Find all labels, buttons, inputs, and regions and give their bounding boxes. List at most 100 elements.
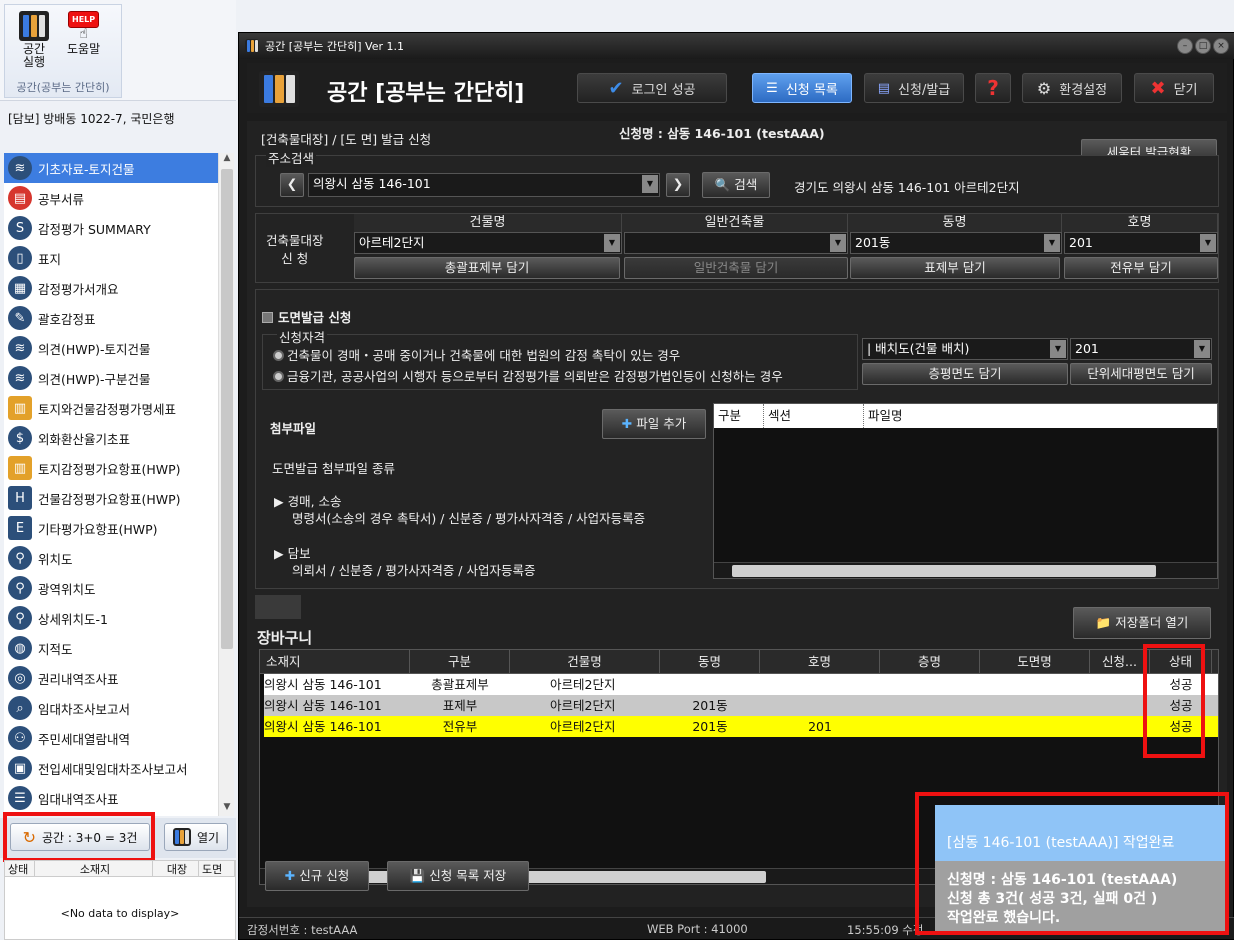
open-save-folder-button[interactable]: 📁 저장폴더 열기 (1073, 607, 1211, 639)
cart-col-header[interactable]: 도면명 (980, 650, 1090, 673)
left-grid-header: 상태 소재지 대장 도면 (5, 861, 235, 877)
nav-item[interactable]: ▯ 표지 (4, 243, 218, 273)
scroll-up-icon[interactable]: ▲ (219, 153, 235, 167)
drawing-title[interactable]: 도면발급 신청 (262, 307, 351, 326)
dropdown-arrow-icon[interactable]: ▼ (1050, 340, 1066, 358)
new-request-button[interactable]: ✚ 신규 신청 (265, 861, 369, 891)
cart-col-header[interactable]: 동명 (660, 650, 760, 673)
tab[interactable] (255, 595, 301, 619)
add-floor-plan-button[interactable]: 층평면도 담기 (862, 363, 1068, 385)
settings-button[interactable]: ⚙ 환경설정 (1022, 73, 1122, 103)
next-arrow-icon[interactable]: ❯ (666, 173, 690, 197)
address-input[interactable]: 의왕시 삼동 146-101 ▼ (308, 173, 660, 197)
open-button[interactable]: 열기 (164, 823, 228, 851)
nav-item[interactable]: $ 외화환산율기초표 (4, 423, 218, 453)
nav-item[interactable]: ≋ 의견(HWP)-구분건물 (4, 363, 218, 393)
add-general-building-button[interactable]: 일반건축물 담기 (624, 257, 848, 279)
search-button[interactable]: 🔍 검색 (702, 172, 770, 198)
login-status-button[interactable]: ✔ 로그인 성공 (577, 73, 727, 103)
nav-item[interactable]: S 감정평가 SUMMARY (4, 213, 218, 243)
add-general-title-button[interactable]: 총괄표제부 담기 (354, 257, 620, 279)
scroll-down-icon[interactable]: ▼ (219, 802, 235, 816)
nav-item[interactable]: E 기타평가요항표(HWP) (4, 513, 218, 543)
nav-item[interactable]: ☰ 임대내역조사표 (4, 783, 218, 813)
ho-select[interactable]: 201 ▼ (1064, 232, 1218, 254)
cart-col-header[interactable]: 상태 (1150, 650, 1212, 673)
nav-item[interactable]: ▥ 토지감정평가요항표(HWP) (4, 453, 218, 483)
nav-item-label: 의견(HWP)-토지건물 (38, 341, 151, 357)
dropdown-arrow-icon[interactable]: ▼ (642, 175, 658, 193)
request-list-button[interactable]: ☰ 신청 목록 (752, 73, 852, 103)
col-filename[interactable]: 파일명 (864, 404, 1217, 428)
attachment-hscroll[interactable] (714, 562, 1217, 578)
dropdown-arrow-icon[interactable]: ▼ (1200, 234, 1216, 252)
qualification-option-1[interactable]: 건축물이 경매・공매 중이거나 건축물에 대한 법원의 감정 촉탁이 있는 경우 (273, 345, 680, 364)
col-general-building: 일반건축물 (622, 214, 848, 232)
nav-item[interactable]: ▦ 감정평가서개요 (4, 273, 218, 303)
qualification-label: 신청자격 (277, 327, 328, 346)
nav-item[interactable]: ⚲ 광역위치도 (4, 573, 218, 603)
radio-icon[interactable] (273, 371, 284, 382)
nav-item[interactable]: ◍ 지적도 (4, 633, 218, 663)
dropdown-arrow-icon[interactable]: ▼ (1044, 234, 1060, 252)
drawing-type-select[interactable]: | 배치도(건물 배치) ▼ (862, 338, 1068, 360)
col-location[interactable]: 소재지 (35, 861, 153, 876)
prev-arrow-icon[interactable]: ❮ (280, 173, 304, 197)
nav-item[interactable]: ▥ 토지와건물감정평가명세표 (4, 393, 218, 423)
close-window-icon[interactable]: × (1213, 38, 1229, 54)
count-button[interactable]: ↻ 공간 : 3+0 = 3건 (10, 823, 150, 851)
col-drawing[interactable]: 도면 (199, 861, 235, 876)
table-row[interactable]: 의왕시 삼동 146-101 표제부 아르테2단지 201동 성공 (264, 695, 1218, 716)
nav-item[interactable]: ≋ 기초자료-토지건물 (4, 153, 218, 183)
help-button[interactable]: ? (975, 73, 1011, 103)
nav-item[interactable]: ▣ 전입세대및임대차조사보고서 (4, 753, 218, 783)
scroll-thumb[interactable] (732, 565, 1156, 577)
nav-scrollbar[interactable]: ▲ ▼ (218, 153, 234, 816)
nav-item[interactable]: ⚇ 주민세대열람내역 (4, 723, 218, 753)
minimize-icon[interactable]: – (1177, 38, 1193, 54)
cart-col-header[interactable]: 층명 (880, 650, 980, 673)
dropdown-arrow-icon[interactable]: ▼ (830, 234, 846, 252)
add-exclusive-button[interactable]: 전유부 담기 (1064, 257, 1218, 279)
cart-col-header[interactable]: 호명 (760, 650, 880, 673)
help-ribbon-button[interactable]: HELP ☝ 도움말 (67, 11, 100, 56)
general-building-select[interactable]: ▼ (624, 232, 848, 254)
nav-item[interactable]: ⌕ 임대차조사보고서 (4, 693, 218, 723)
nav-item[interactable]: ≋ 의견(HWP)-토지건물 (4, 333, 218, 363)
table-row[interactable]: 의왕시 삼동 146-101 전유부 아르테2단지 201동 201 성공 (264, 716, 1218, 737)
dong-select[interactable]: 201동 ▼ (850, 232, 1062, 254)
scroll-thumb[interactable] (221, 169, 233, 649)
nav-item[interactable]: ⚲ 위치도 (4, 543, 218, 573)
col-ledger[interactable]: 대장 (153, 861, 199, 876)
nav-item[interactable]: ⚲ 상세위치도-1 (4, 603, 218, 633)
maximize-icon[interactable]: □ (1195, 38, 1211, 54)
dropdown-arrow-icon[interactable]: ▼ (1194, 340, 1210, 358)
qualification-option-2[interactable]: 금융기관, 공공사업의 시행자 등으로부터 감정평가를 의뢰받은 감정평가법인등… (273, 366, 783, 385)
drawing-checkbox[interactable] (262, 312, 273, 323)
nav-item[interactable]: H 건물감정평가요항표(HWP) (4, 483, 218, 513)
building-name-select[interactable]: 아르테2단지 ▼ (354, 232, 622, 254)
ho-value: 201 (1069, 235, 1093, 250)
cart-col-header[interactable]: 신청... (1090, 650, 1150, 673)
drawing-unit-select[interactable]: 201 ▼ (1070, 338, 1212, 360)
dropdown-arrow-icon[interactable]: ▼ (604, 234, 620, 252)
add-title-button[interactable]: 표제부 담기 (850, 257, 1060, 279)
cart-col-header[interactable]: 건물명 (510, 650, 660, 673)
col-section[interactable]: 섹션 (764, 404, 864, 428)
col-type[interactable]: 구분 (714, 404, 764, 428)
col-status[interactable]: 상태 (5, 861, 35, 876)
cart-col-header[interactable]: 구분 (410, 650, 510, 673)
nav-item[interactable]: ✎ 괄호감정표 (4, 303, 218, 333)
run-button[interactable]: 공간 실행 (19, 11, 49, 69)
nav-item[interactable]: ◎ 권리내역조사표 (4, 663, 218, 693)
apply-issue-button[interactable]: ▤ 신청/발급 (864, 73, 964, 103)
cart-col-header[interactable]: 소재지 (260, 650, 410, 673)
table-cell: 총괄표제부 (431, 677, 489, 692)
save-list-button[interactable]: 💾 신청 목록 저장 (387, 861, 529, 891)
add-file-button[interactable]: ✚ 파일 추가 (602, 409, 706, 439)
nav-item[interactable]: ▤ 공부서류 (4, 183, 218, 213)
close-button[interactable]: ✖ 닫기 (1134, 73, 1214, 103)
add-unit-plan-button[interactable]: 단위세대평면도 담기 (1070, 363, 1212, 385)
table-row[interactable]: 의왕시 삼동 146-101 총괄표제부 아르테2단지 성공 (264, 674, 1218, 695)
radio-icon[interactable] (273, 350, 284, 361)
